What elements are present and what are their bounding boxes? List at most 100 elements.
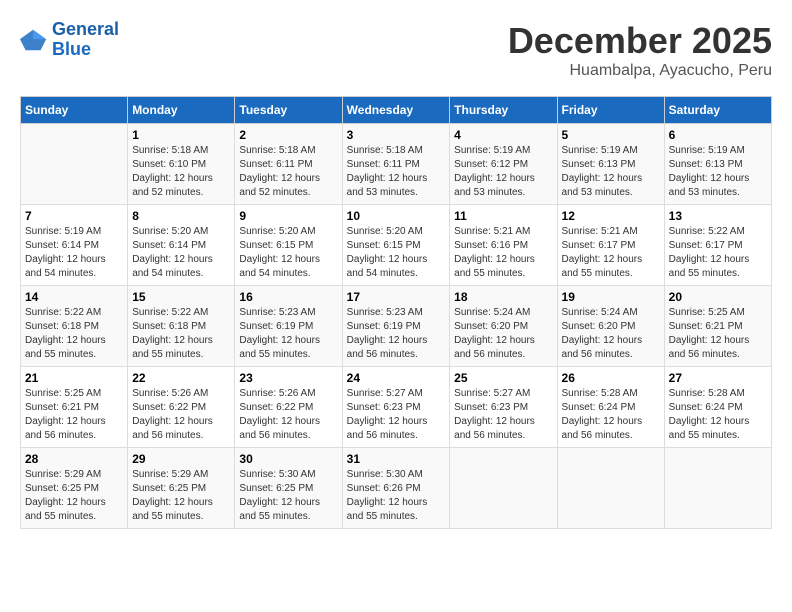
day-number: 9: [239, 209, 337, 223]
day-number: 2: [239, 128, 337, 142]
day-cell: 29 Sunrise: 5:29 AM Sunset: 6:25 PM Dayli…: [128, 448, 235, 529]
location: Huambalpa, Ayacucho, Peru: [508, 62, 772, 80]
day-info: Sunrise: 5:29 AM Sunset: 6:25 PM Dayligh…: [25, 468, 123, 524]
day-info: Sunrise: 5:18 AM Sunset: 6:11 PM Dayligh…: [347, 144, 446, 200]
day-cell: 24 Sunrise: 5:27 AM Sunset: 6:23 PM Dayli…: [342, 367, 450, 448]
day-info: Sunrise: 5:22 AM Sunset: 6:17 PM Dayligh…: [669, 225, 767, 281]
day-info: Sunrise: 5:22 AM Sunset: 6:18 PM Dayligh…: [132, 306, 230, 362]
day-cell: 23 Sunrise: 5:26 AM Sunset: 6:22 PM Dayli…: [235, 367, 342, 448]
day-info: Sunrise: 5:22 AM Sunset: 6:18 PM Dayligh…: [25, 306, 123, 362]
day-info: Sunrise: 5:19 AM Sunset: 6:13 PM Dayligh…: [669, 144, 767, 200]
title-section: December 2025 Huambalpa, Ayacucho, Peru: [508, 20, 772, 80]
day-cell: 10 Sunrise: 5:20 AM Sunset: 6:15 PM Dayli…: [342, 205, 450, 286]
day-number: 24: [347, 371, 446, 385]
day-info: Sunrise: 5:25 AM Sunset: 6:21 PM Dayligh…: [25, 387, 123, 443]
day-cell: 8Sunrise: 5:20 AM Sunset: 6:14 PM Daylig…: [128, 205, 235, 286]
week-row-1: 1Sunrise: 5:18 AM Sunset: 6:10 PM Daylig…: [21, 124, 772, 205]
day-number: 7: [25, 209, 123, 223]
day-number: 20: [669, 290, 767, 304]
day-cell: 30 Sunrise: 5:30 AM Sunset: 6:25 PM Dayli…: [235, 448, 342, 529]
day-cell: 7 Sunrise: 5:19 AM Sunset: 6:14 PM Daylig…: [21, 205, 128, 286]
logo-icon: [20, 26, 48, 54]
day-info: Sunrise: 5:23 AM Sunset: 6:19 PM Dayligh…: [347, 306, 446, 362]
day-number: 5: [562, 128, 660, 142]
day-number: 14: [25, 290, 123, 304]
day-number: 23: [239, 371, 337, 385]
day-number: 31: [347, 452, 446, 466]
day-number: 17: [347, 290, 446, 304]
day-info: Sunrise: 5:30 AM Sunset: 6:26 PM Dayligh…: [347, 468, 446, 524]
day-cell: [450, 448, 557, 529]
day-cell: 28 Sunrise: 5:29 AM Sunset: 6:25 PM Dayli…: [21, 448, 128, 529]
day-cell: 26Sunrise: 5:28 AM Sunset: 6:24 PM Dayli…: [557, 367, 664, 448]
day-cell: 31 Sunrise: 5:30 AM Sunset: 6:26 PM Dayli…: [342, 448, 450, 529]
logo: General Blue: [20, 20, 119, 60]
day-number: 25: [454, 371, 552, 385]
header-monday: Monday: [128, 97, 235, 124]
day-cell: 17 Sunrise: 5:23 AM Sunset: 6:19 PM Dayli…: [342, 286, 450, 367]
day-info: Sunrise: 5:25 AM Sunset: 6:21 PM Dayligh…: [669, 306, 767, 362]
day-cell: 15Sunrise: 5:22 AM Sunset: 6:18 PM Dayli…: [128, 286, 235, 367]
logo-line2: Blue: [52, 39, 91, 59]
day-info: Sunrise: 5:26 AM Sunset: 6:22 PM Dayligh…: [132, 387, 230, 443]
day-info: Sunrise: 5:18 AM Sunset: 6:11 PM Dayligh…: [239, 144, 337, 200]
day-number: 6: [669, 128, 767, 142]
page-header: General Blue December 2025 Huambalpa, Ay…: [20, 20, 772, 80]
day-number: 28: [25, 452, 123, 466]
day-info: Sunrise: 5:19 AM Sunset: 6:13 PM Dayligh…: [562, 144, 660, 200]
header-friday: Friday: [557, 97, 664, 124]
day-info: Sunrise: 5:20 AM Sunset: 6:15 PM Dayligh…: [347, 225, 446, 281]
day-cell: 12 Sunrise: 5:21 AM Sunset: 6:17 PM Dayli…: [557, 205, 664, 286]
day-cell: 3 Sunrise: 5:18 AM Sunset: 6:11 PM Daylig…: [342, 124, 450, 205]
day-number: 10: [347, 209, 446, 223]
day-cell: 13 Sunrise: 5:22 AM Sunset: 6:17 PM Dayli…: [664, 205, 771, 286]
day-info: Sunrise: 5:20 AM Sunset: 6:14 PM Dayligh…: [132, 225, 230, 281]
calendar-table: SundayMondayTuesdayWednesdayThursdayFrid…: [20, 96, 772, 529]
day-info: Sunrise: 5:26 AM Sunset: 6:22 PM Dayligh…: [239, 387, 337, 443]
day-cell: [664, 448, 771, 529]
day-info: Sunrise: 5:20 AM Sunset: 6:15 PM Dayligh…: [239, 225, 337, 281]
week-row-4: 21 Sunrise: 5:25 AM Sunset: 6:21 PM Dayli…: [21, 367, 772, 448]
header-row: SundayMondayTuesdayWednesdayThursdayFrid…: [21, 97, 772, 124]
day-info: Sunrise: 5:23 AM Sunset: 6:19 PM Dayligh…: [239, 306, 337, 362]
day-cell: 22 Sunrise: 5:26 AM Sunset: 6:22 PM Dayli…: [128, 367, 235, 448]
day-cell: 21 Sunrise: 5:25 AM Sunset: 6:21 PM Dayli…: [21, 367, 128, 448]
day-cell: 11Sunrise: 5:21 AM Sunset: 6:16 PM Dayli…: [450, 205, 557, 286]
header-thursday: Thursday: [450, 97, 557, 124]
month-title: December 2025: [508, 20, 772, 62]
day-cell: 1Sunrise: 5:18 AM Sunset: 6:10 PM Daylig…: [128, 124, 235, 205]
header-wednesday: Wednesday: [342, 97, 450, 124]
day-cell: 19Sunrise: 5:24 AM Sunset: 6:20 PM Dayli…: [557, 286, 664, 367]
header-tuesday: Tuesday: [235, 97, 342, 124]
day-info: Sunrise: 5:30 AM Sunset: 6:25 PM Dayligh…: [239, 468, 337, 524]
logo-line1: General: [52, 19, 119, 39]
day-info: Sunrise: 5:27 AM Sunset: 6:23 PM Dayligh…: [347, 387, 446, 443]
day-number: 27: [669, 371, 767, 385]
day-cell: 6 Sunrise: 5:19 AM Sunset: 6:13 PM Daylig…: [664, 124, 771, 205]
day-info: Sunrise: 5:19 AM Sunset: 6:12 PM Dayligh…: [454, 144, 552, 200]
day-cell: 2 Sunrise: 5:18 AM Sunset: 6:11 PM Daylig…: [235, 124, 342, 205]
day-cell: 27 Sunrise: 5:28 AM Sunset: 6:24 PM Dayli…: [664, 367, 771, 448]
day-info: Sunrise: 5:21 AM Sunset: 6:17 PM Dayligh…: [562, 225, 660, 281]
day-number: 30: [239, 452, 337, 466]
day-number: 12: [562, 209, 660, 223]
day-info: Sunrise: 5:29 AM Sunset: 6:25 PM Dayligh…: [132, 468, 230, 524]
day-cell: 20 Sunrise: 5:25 AM Sunset: 6:21 PM Dayli…: [664, 286, 771, 367]
day-number: 26: [562, 371, 660, 385]
day-number: 3: [347, 128, 446, 142]
day-cell: 5 Sunrise: 5:19 AM Sunset: 6:13 PM Daylig…: [557, 124, 664, 205]
logo-text: General Blue: [52, 20, 119, 60]
day-number: 21: [25, 371, 123, 385]
day-number: 29: [132, 452, 230, 466]
day-number: 13: [669, 209, 767, 223]
day-number: 22: [132, 371, 230, 385]
day-number: 18: [454, 290, 552, 304]
day-number: 11: [454, 209, 552, 223]
day-cell: 16Sunrise: 5:23 AM Sunset: 6:19 PM Dayli…: [235, 286, 342, 367]
day-cell: 9 Sunrise: 5:20 AM Sunset: 6:15 PM Daylig…: [235, 205, 342, 286]
week-row-5: 28 Sunrise: 5:29 AM Sunset: 6:25 PM Dayli…: [21, 448, 772, 529]
day-info: Sunrise: 5:28 AM Sunset: 6:24 PM Dayligh…: [669, 387, 767, 443]
day-info: Sunrise: 5:19 AM Sunset: 6:14 PM Dayligh…: [25, 225, 123, 281]
day-cell: 18Sunrise: 5:24 AM Sunset: 6:20 PM Dayli…: [450, 286, 557, 367]
day-number: 19: [562, 290, 660, 304]
